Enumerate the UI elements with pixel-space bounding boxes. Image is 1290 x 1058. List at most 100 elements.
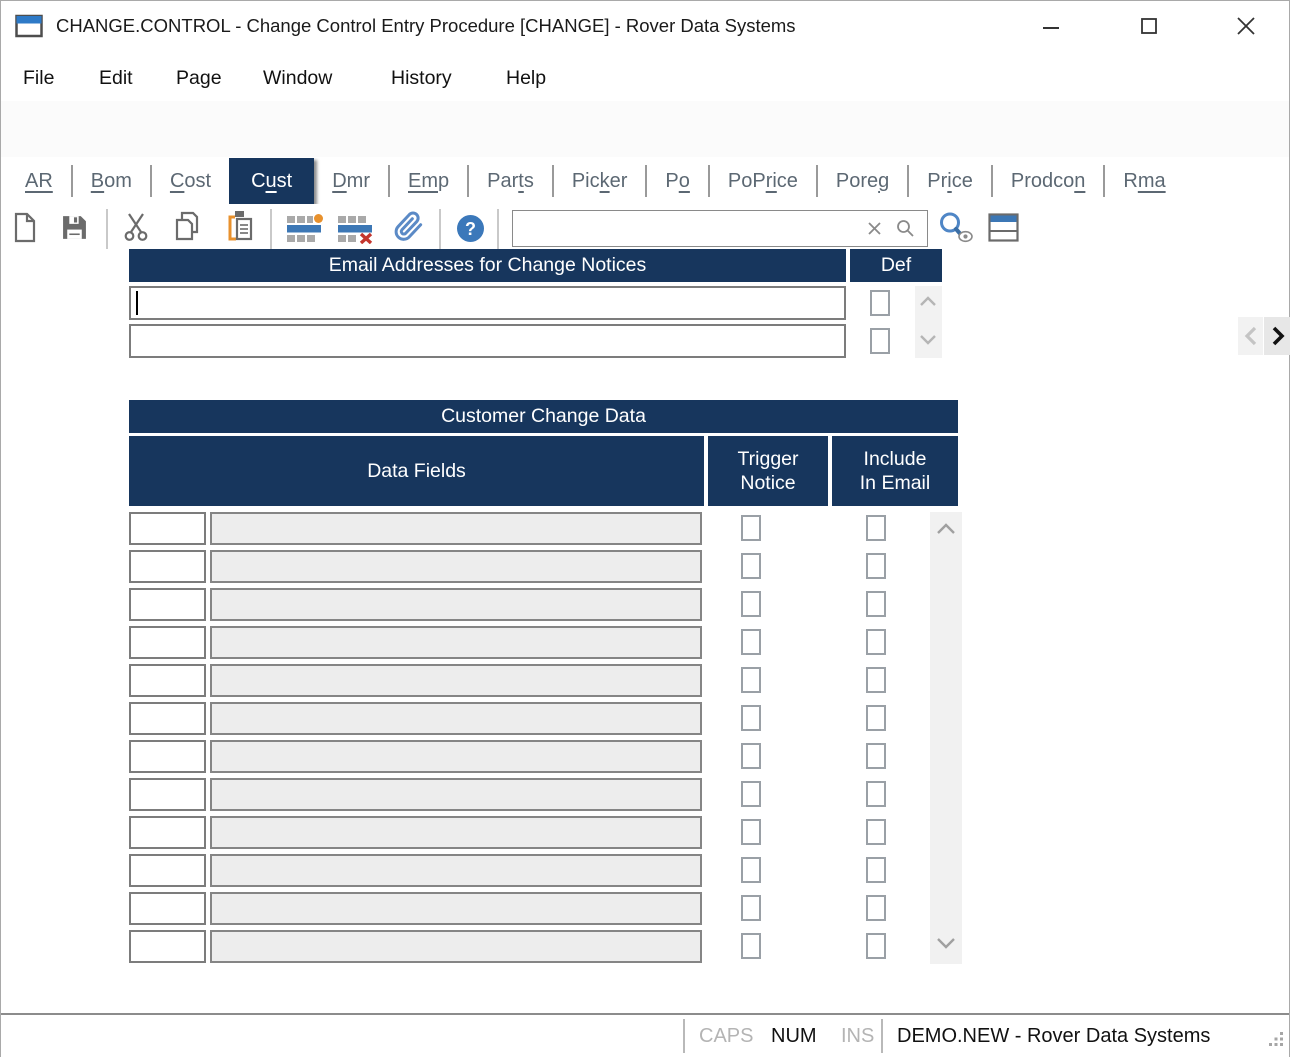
email-rows bbox=[129, 286, 846, 362]
delete-row-icon[interactable] bbox=[338, 214, 375, 244]
scroll-down-icon[interactable] bbox=[936, 936, 956, 954]
search-input[interactable] bbox=[513, 211, 853, 246]
trigger-notice-checkbox[interactable] bbox=[741, 933, 761, 959]
tab-dmr[interactable]: Dmr bbox=[314, 158, 388, 204]
include-in-email-checkbox[interactable] bbox=[866, 515, 886, 541]
menu-edit[interactable]: Edit bbox=[99, 56, 133, 101]
trigger-notice-checkbox[interactable] bbox=[741, 705, 761, 731]
minimize-button[interactable] bbox=[1028, 1, 1074, 51]
include-in-email-checkbox[interactable] bbox=[866, 553, 886, 579]
svg-text:?: ? bbox=[465, 219, 476, 239]
new-document-icon[interactable] bbox=[13, 212, 37, 244]
cut-icon[interactable] bbox=[122, 212, 150, 241]
trigger-notice-checkbox[interactable] bbox=[741, 515, 761, 541]
include-in-email-checkbox[interactable] bbox=[866, 933, 886, 959]
menu-help[interactable]: Help bbox=[506, 56, 546, 101]
email-address-input[interactable] bbox=[129, 286, 846, 320]
tab-bar: AR Bom Cost Cu st Dmr Em p Par t s Pic k er Po… bbox=[1, 158, 1290, 355]
row-code-input[interactable] bbox=[129, 816, 206, 849]
row-code-input[interactable] bbox=[129, 778, 206, 811]
tab-cust[interactable]: Cu st bbox=[229, 158, 315, 204]
attachment-icon[interactable] bbox=[392, 209, 426, 247]
maximize-button[interactable] bbox=[1126, 1, 1172, 51]
customer-row bbox=[129, 588, 962, 621]
tab-scroll-right-button[interactable] bbox=[1264, 317, 1290, 355]
tab-strip: AR Bom Cost Cu st Dmr Em p Par t s Pic k er Po… bbox=[7, 158, 1233, 204]
row-code-input[interactable] bbox=[129, 512, 206, 545]
trigger-notice-checkbox[interactable] bbox=[741, 743, 761, 769]
row-code-input[interactable] bbox=[129, 550, 206, 583]
trigger-notice-checkbox[interactable] bbox=[741, 553, 761, 579]
menu-bar: File Edit Page Window History Help bbox=[1, 56, 1289, 101]
row-code-input[interactable] bbox=[129, 740, 206, 773]
trigger-notice-checkbox[interactable] bbox=[741, 819, 761, 845]
include-in-email-checkbox[interactable] bbox=[866, 781, 886, 807]
tab-rma[interactable]: Rma bbox=[1105, 158, 1183, 204]
include-in-email-checkbox[interactable] bbox=[866, 895, 886, 921]
include-in-email-checkbox[interactable] bbox=[866, 591, 886, 617]
row-code-input[interactable] bbox=[129, 930, 206, 963]
tab-parts[interactable]: Par t s bbox=[469, 158, 552, 204]
tab-ar[interactable]: AR bbox=[7, 158, 71, 204]
row-code-input[interactable] bbox=[129, 664, 206, 697]
tab-cost[interactable]: Cost bbox=[152, 158, 229, 204]
row-code-input[interactable] bbox=[129, 854, 206, 887]
trigger-notice-checkbox[interactable] bbox=[741, 781, 761, 807]
menu-window[interactable]: Window bbox=[263, 56, 332, 101]
trigger-notice-checkbox[interactable] bbox=[741, 629, 761, 655]
row-code-input[interactable] bbox=[129, 892, 206, 925]
close-button[interactable] bbox=[1223, 1, 1269, 51]
row-data-field bbox=[210, 854, 702, 887]
menu-page[interactable]: Page bbox=[176, 56, 222, 101]
trigger-notice-checkbox[interactable] bbox=[741, 591, 761, 617]
trigger-notice-column-header: Trigger Notice bbox=[708, 436, 828, 506]
include-in-email-checkbox[interactable] bbox=[866, 857, 886, 883]
clear-search-icon[interactable] bbox=[867, 221, 882, 236]
trigger-notice-checkbox[interactable] bbox=[741, 857, 761, 883]
toolbar-separator bbox=[497, 209, 499, 249]
scroll-up-icon[interactable] bbox=[936, 522, 956, 540]
include-in-email-checkbox[interactable] bbox=[866, 705, 886, 731]
tab-picker[interactable]: Pic k er bbox=[554, 158, 646, 204]
include-in-email-checkbox[interactable] bbox=[866, 667, 886, 693]
tab-price[interactable]: Pr i ce bbox=[909, 158, 991, 204]
app-window: CHANGE.CONTROL - Change Control Entry Pr… bbox=[0, 0, 1290, 1058]
row-data-field bbox=[210, 588, 702, 621]
email-address-input[interactable] bbox=[129, 324, 846, 358]
paste-icon[interactable] bbox=[225, 209, 253, 242]
menu-file[interactable]: File bbox=[23, 56, 54, 101]
insert-row-icon[interactable] bbox=[287, 214, 324, 243]
help-icon[interactable]: ? bbox=[455, 213, 486, 244]
trigger-notice-checkbox[interactable] bbox=[741, 895, 761, 921]
row-code-input[interactable] bbox=[129, 626, 206, 659]
trigger-notice-checkbox[interactable] bbox=[741, 667, 761, 693]
tab-emp[interactable]: Em p bbox=[390, 158, 467, 204]
tab-scroll-left-button[interactable] bbox=[1238, 317, 1263, 355]
tab-po[interactable]: Po bbox=[647, 158, 707, 204]
resize-grip[interactable] bbox=[1269, 1030, 1284, 1053]
include-in-email-checkbox[interactable] bbox=[866, 743, 886, 769]
tab-prodcon[interactable]: Prodco n bbox=[993, 158, 1104, 204]
customer-row bbox=[129, 892, 962, 925]
search-view-icon[interactable] bbox=[937, 211, 974, 245]
save-icon[interactable] bbox=[61, 214, 88, 241]
def-checkbox[interactable] bbox=[870, 328, 890, 354]
search-icon[interactable] bbox=[896, 219, 915, 238]
tab-poprice[interactable]: PoP ri ce bbox=[710, 158, 816, 204]
tab-poreg[interactable]: Pore g bbox=[818, 158, 907, 204]
customer-row bbox=[129, 626, 962, 659]
include-in-email-checkbox[interactable] bbox=[866, 629, 886, 655]
email-scrollbar[interactable] bbox=[915, 286, 942, 358]
row-code-input[interactable] bbox=[129, 702, 206, 735]
def-checkbox[interactable] bbox=[870, 290, 890, 316]
copy-icon[interactable] bbox=[173, 211, 201, 242]
row-code-input[interactable] bbox=[129, 588, 206, 621]
tab-bom[interactable]: Bom bbox=[73, 158, 150, 204]
scroll-up-icon[interactable] bbox=[919, 294, 937, 312]
include-in-email-checkbox[interactable] bbox=[866, 819, 886, 845]
customer-table-scrollbar[interactable] bbox=[930, 512, 962, 964]
menu-history[interactable]: History bbox=[391, 56, 452, 101]
status-separator bbox=[881, 1019, 883, 1053]
layout-icon[interactable] bbox=[988, 213, 1019, 242]
scroll-down-icon[interactable] bbox=[919, 332, 937, 350]
